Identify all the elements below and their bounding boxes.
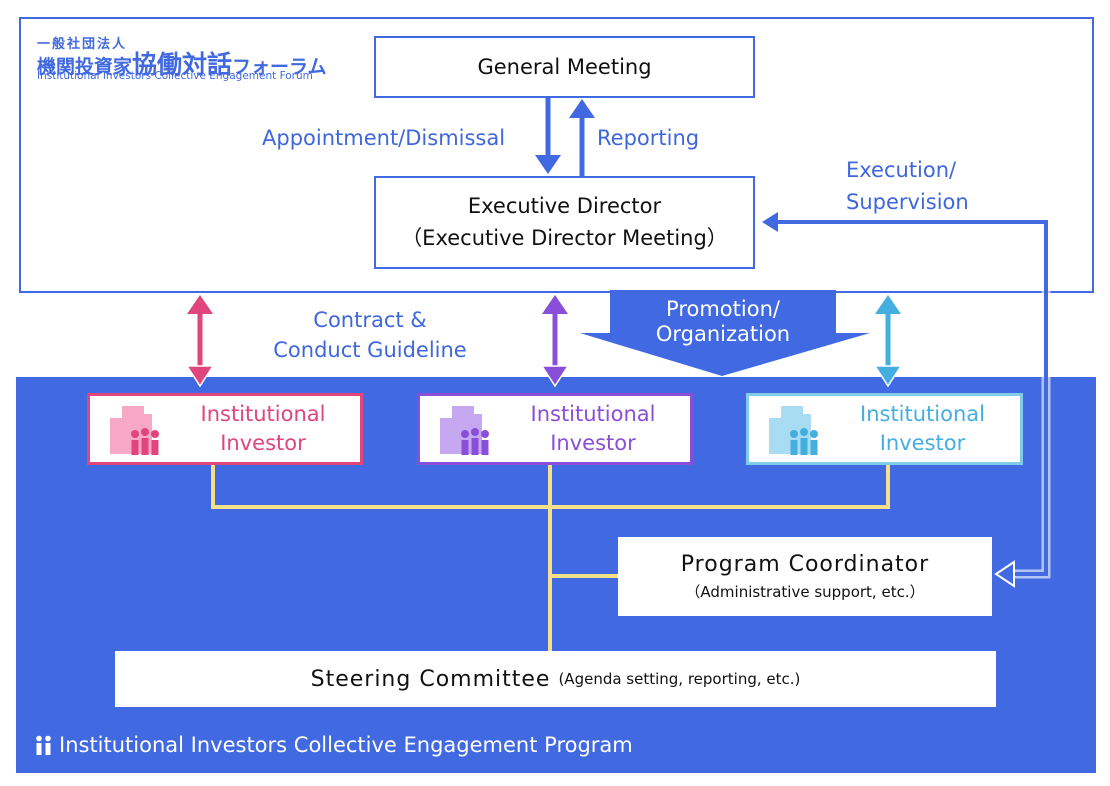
investor-label-line2: Investor xyxy=(220,431,306,455)
program-name-label: Institutional Investors Collective Engag… xyxy=(59,733,633,757)
program-coordinator-sub: （Administrative support, etc.） xyxy=(685,582,925,601)
investor-label: Institutional Investor xyxy=(825,400,1020,459)
investor-box-pink: Institutional Investor xyxy=(87,393,363,465)
people-icon xyxy=(36,735,51,755)
cyan-double-arrow xyxy=(873,295,903,388)
purple-double-arrow xyxy=(540,295,570,388)
investor-building-icon xyxy=(110,406,159,455)
appointment-arrow xyxy=(535,98,561,174)
investor-label-line1: Institutional xyxy=(860,401,985,426)
pink-double-arrow xyxy=(185,295,215,388)
program-name: Institutional Investors Collective Engag… xyxy=(34,733,633,757)
investor-building-icon xyxy=(440,406,489,455)
investor-label-line1: Institutional xyxy=(200,401,326,426)
steering-committee-box: Steering Committee (Agenda setting, repo… xyxy=(115,651,996,707)
program-coordinator-box: Program Coordinator （Administrative supp… xyxy=(618,537,992,616)
promotion-organization-label: Promotion/ Organization xyxy=(610,297,836,347)
program-coordinator-title: Program Coordinator xyxy=(680,551,930,577)
investor-box-cyan: Institutional Investor xyxy=(746,393,1023,465)
investor-label-line1: Institutional xyxy=(530,401,656,426)
investor-box-purple: Institutional Investor xyxy=(417,393,693,465)
investor-label: Institutional Investor xyxy=(496,400,690,459)
reporting-arrow xyxy=(569,99,595,176)
promotion-label-line1: Promotion/ xyxy=(666,297,780,321)
investor-label-line2: Investor xyxy=(550,431,636,455)
steering-committee-title: Steering Committee xyxy=(310,666,551,692)
investor-label-line2: Investor xyxy=(879,431,966,455)
promotion-label-line2: Organization xyxy=(655,322,791,347)
investor-building-icon xyxy=(769,406,818,455)
investor-label: Institutional Investor xyxy=(166,400,360,459)
steering-committee-sub: (Agenda setting, reporting, etc.) xyxy=(558,670,801,688)
